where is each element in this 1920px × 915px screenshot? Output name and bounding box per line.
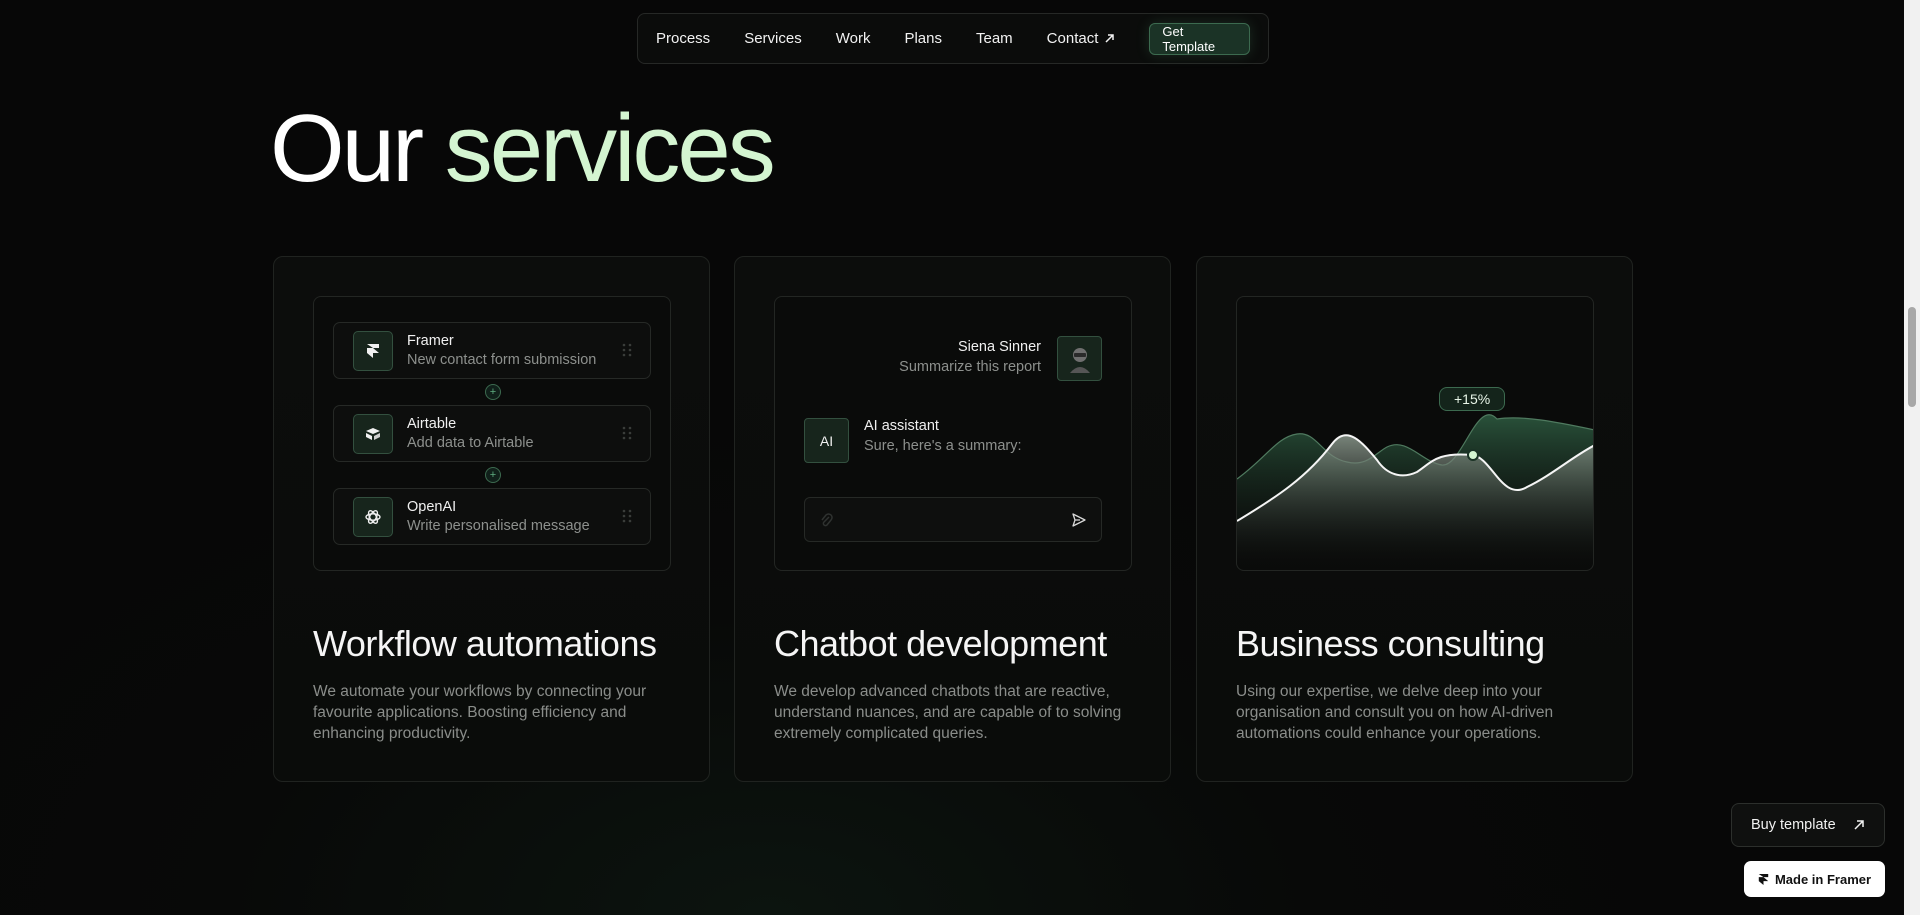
avatar — [1057, 336, 1102, 381]
nav-services[interactable]: Services — [744, 30, 802, 47]
made-in-framer-button[interactable]: Made in Framer — [1744, 861, 1885, 897]
step-title: Framer — [407, 333, 454, 349]
chat-input[interactable] — [845, 498, 1045, 541]
drag-handle-icon[interactable] — [622, 426, 632, 440]
workflow-preview: Framer New contact form submission + Air… — [313, 296, 671, 571]
nav-contact-label: Contact — [1046, 30, 1099, 47]
step-title: Airtable — [407, 416, 457, 432]
workflow-step: OpenAI Write personalised message — [333, 488, 651, 545]
user-message: Siena Sinner Summarize this report — [899, 339, 1041, 375]
growth-chart-preview: +15% — [1236, 296, 1594, 571]
nav-work[interactable]: Work — [836, 30, 871, 47]
step-subtitle: Write personalised message — [407, 518, 590, 534]
card-chatbot: Siena Sinner Summarize this report AI AI… — [734, 256, 1171, 782]
buy-template-label: Buy template — [1751, 817, 1836, 833]
framer-logo-icon — [1758, 873, 1769, 885]
top-nav: Process Services Work Plans Team Contact… — [637, 13, 1269, 64]
card-title: Business consulting — [1236, 623, 1545, 664]
step-subtitle: New contact form submission — [407, 352, 597, 368]
card-title: Workflow automations — [313, 623, 657, 664]
arrow-up-right-icon — [1105, 34, 1115, 43]
card-consulting: +15% Business consulting Using our exper… — [1196, 256, 1633, 782]
connector-plus-icon: + — [485, 467, 501, 483]
card-workflow: Framer New contact form submission + Air… — [273, 256, 710, 782]
growth-badge: +15% — [1439, 387, 1506, 411]
framer-icon — [353, 330, 393, 371]
airtable-icon — [353, 413, 393, 454]
user-message-text: Summarize this report — [899, 359, 1041, 375]
step-subtitle: Add data to Airtable — [407, 435, 534, 451]
nav-team[interactable]: Team — [976, 30, 1013, 47]
get-template-button[interactable]: Get Template — [1149, 22, 1250, 55]
connector-plus-icon: + — [485, 384, 501, 400]
nav-process[interactable]: Process — [656, 30, 710, 47]
highlight-point — [1467, 449, 1479, 461]
card-title: Chatbot development — [774, 623, 1107, 664]
growth-chart — [1237, 414, 1593, 570]
nav-contact[interactable]: Contact — [1047, 30, 1116, 47]
arrow-up-right-icon — [1854, 820, 1864, 830]
user-avatar-icon — [1069, 347, 1090, 373]
ai-badge: AI — [804, 418, 849, 463]
workflow-step: Framer New contact form submission — [333, 322, 651, 379]
page-title: Our services — [270, 95, 776, 202]
ai-name: AI assistant — [864, 418, 939, 434]
nav-plans[interactable]: Plans — [904, 30, 942, 47]
buy-template-button[interactable]: Buy template — [1731, 803, 1885, 847]
chat-input-box — [804, 497, 1102, 542]
send-icon[interactable] — [1071, 512, 1087, 528]
scrollbar[interactable] — [1904, 0, 1920, 915]
title-plain: Our — [270, 95, 424, 202]
chat-preview: Siena Sinner Summarize this report AI AI… — [774, 296, 1132, 571]
card-description: We automate your workflows by connecting… — [313, 683, 647, 742]
drag-handle-icon[interactable] — [622, 509, 632, 523]
user-name: Siena Sinner — [957, 339, 1041, 355]
title-accent: services — [444, 95, 776, 202]
paperclip-icon[interactable] — [819, 512, 833, 528]
drag-handle-icon[interactable] — [622, 343, 632, 357]
workflow-step: Airtable Add data to Airtable — [333, 405, 651, 462]
made-in-framer-label: Made in Framer — [1774, 871, 1872, 887]
scrollbar-thumb[interactable] — [1908, 307, 1916, 407]
openai-icon — [353, 496, 393, 537]
card-description: Using our expertise, we delve deep into … — [1236, 683, 1554, 742]
ai-message: AI assistant Sure, here's a summary: — [864, 418, 1022, 454]
ai-message-text: Sure, here's a summary: — [864, 438, 1022, 454]
step-title: OpenAI — [407, 499, 457, 515]
card-description: We develop advanced chatbots that are re… — [774, 683, 1122, 742]
